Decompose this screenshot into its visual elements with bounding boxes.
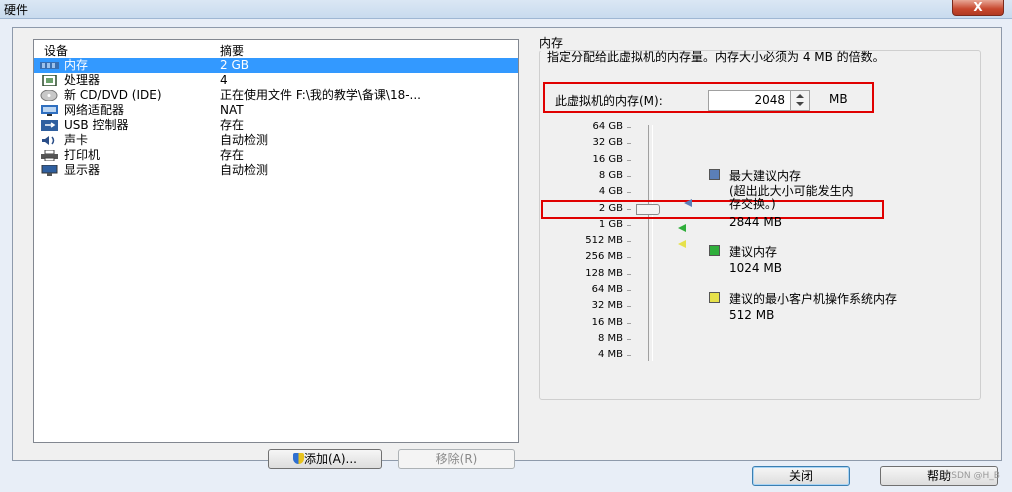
dialog-client: 设备 摘要 内存 2 GB 处理器 4 新 CD/DVD (IDE) 正在使用文… [0,19,1012,492]
scale-tick-mark [627,323,631,324]
scale-tick-mark [627,241,631,242]
recommended-memory-marker [678,224,686,232]
device-name: USB 控制器 [64,118,129,132]
remove-hardware-button[interactable]: 移除(R) [398,449,515,469]
column-header-device[interactable]: 设备 [44,42,68,59]
device-row-cd-dvd[interactable]: 新 CD/DVD (IDE) 正在使用文件 F:\我的教学\备课\18-... [34,88,518,103]
window-close-button[interactable]: X [952,0,1004,16]
scale-tick-mark [627,339,631,340]
printer-icon [41,150,58,161]
scale-tick-mark [627,160,631,161]
memory-unit: MB [829,92,848,106]
device-summary: 自动检测 [220,163,269,177]
spin-up-icon[interactable] [796,94,804,98]
max-memory-swatch [709,169,720,180]
max-memory-value: 2844 MB [729,215,782,229]
memory-icon [40,62,59,69]
column-header-summary[interactable]: 摘要 [220,42,244,59]
scale-tick-label: 16 MB [591,317,623,328]
device-summary: 自动检测 [220,133,269,147]
scale-tick-mark [627,257,631,258]
device-name: 打印机 [64,148,101,162]
device-summary: 4 [220,73,228,87]
shield-icon [292,453,304,464]
device-summary: 存在 [220,148,245,162]
scale-tick-mark [627,143,631,144]
scale-tick-label: 8 MB [597,333,623,344]
device-summary: 正在使用文件 F:\我的教学\备课\18-... [220,88,422,102]
min-memory-title: 建议的最小客户机操作系统内存 [729,292,898,306]
scale-tick-label: 128 MB [585,268,623,279]
scale-tick-label: 64 MB [591,284,623,295]
scale-tick-mark [627,127,631,128]
display-icon [41,165,58,176]
device-name: 显示器 [64,163,101,177]
device-name: 新 CD/DVD (IDE) [64,88,162,102]
processor-icon [42,75,57,86]
spin-down-icon[interactable] [796,102,804,106]
scale-tick-label: 16 GB [592,154,623,165]
memory-group-label: 内存 [536,34,567,51]
device-row-usb-controller[interactable]: USB 控制器 存在 [34,118,518,133]
scale-tick-label: 64 GB [592,121,623,132]
device-row-memory[interactable]: 内存 2 GB [34,58,518,73]
scale-tick-label: 32 GB [592,137,623,148]
max-memory-marker [684,199,692,207]
device-list-header: 设备 摘要 [34,40,518,58]
scale-tick-label: 1 GB [598,219,623,230]
min-memory-value: 512 MB [729,308,775,322]
scale-tick-label: 8 GB [598,170,623,181]
device-name: 网络适配器 [64,103,125,117]
scale-tick-mark [627,355,631,356]
memory-value[interactable]: 2048 [754,93,785,107]
memory-slider-track[interactable] [648,125,653,361]
add-hardware-button[interactable]: 添加(A)... [268,449,382,469]
scale-tick-mark [627,192,631,193]
watermark: CSDN @H_B [945,471,1000,481]
device-row-printer[interactable]: 打印机 存在 [34,148,518,163]
scale-tick-mark [627,306,631,307]
device-name: 处理器 [64,73,101,87]
scale-tick-mark [627,225,631,226]
recommended-memory-title: 建议内存 [729,245,778,259]
device-list[interactable]: 设备 摘要 内存 2 GB 处理器 4 新 CD/DVD (IDE) 正在使用文… [33,39,519,443]
device-row-sound-card[interactable]: 声卡 自动检测 [34,133,518,148]
min-memory-marker [678,240,686,248]
memory-description: 指定分配给此虚拟机的内存量。内存大小必须为 4 MB 的倍数。 [547,50,885,64]
network-adapter-icon [41,105,58,116]
usb-controller-icon [41,120,58,131]
scale-tick-mark [627,176,631,177]
scale-tick-mark [627,274,631,275]
spin-arrows[interactable] [790,91,809,110]
device-row-display[interactable]: 显示器 自动检测 [34,163,518,178]
scale-tick-label: 4 GB [598,186,623,197]
cd-dvd-icon [40,90,58,101]
recommended-memory-swatch [709,245,720,256]
device-name: 内存 [64,58,89,72]
memory-spinbox[interactable]: 2048 [708,90,810,111]
device-summary: 2 GB [220,58,249,72]
device-summary: 存在 [220,118,245,132]
window-title: 硬件 [4,3,29,17]
min-memory-swatch [709,292,720,303]
scale-tick-label: 256 MB [585,251,623,262]
scale-tick-label: 512 MB [585,235,623,246]
max-memory-title: 最大建议内存 [729,169,802,183]
title-bar: 硬件 X [0,0,1012,19]
device-name: 声卡 [64,133,89,147]
scale-tick-label: 32 MB [591,300,623,311]
close-button[interactable]: 关闭 [752,466,850,486]
scale-tick-label: 4 MB [597,349,623,360]
sound-card-icon [42,136,55,145]
max-memory-note: (超出此大小可能发生内存交换。) [729,184,854,211]
memory-field-label: 此虚拟机的内存(M): [555,94,663,108]
device-row-processor[interactable]: 处理器 4 [34,73,518,88]
recommended-memory-value: 1024 MB [729,261,782,275]
add-button-label: 添加(A)... [303,452,358,466]
device-row-network-adapter[interactable]: 网络适配器 NAT [34,103,518,118]
scale-tick-mark [627,290,631,291]
device-summary: NAT [220,103,244,117]
